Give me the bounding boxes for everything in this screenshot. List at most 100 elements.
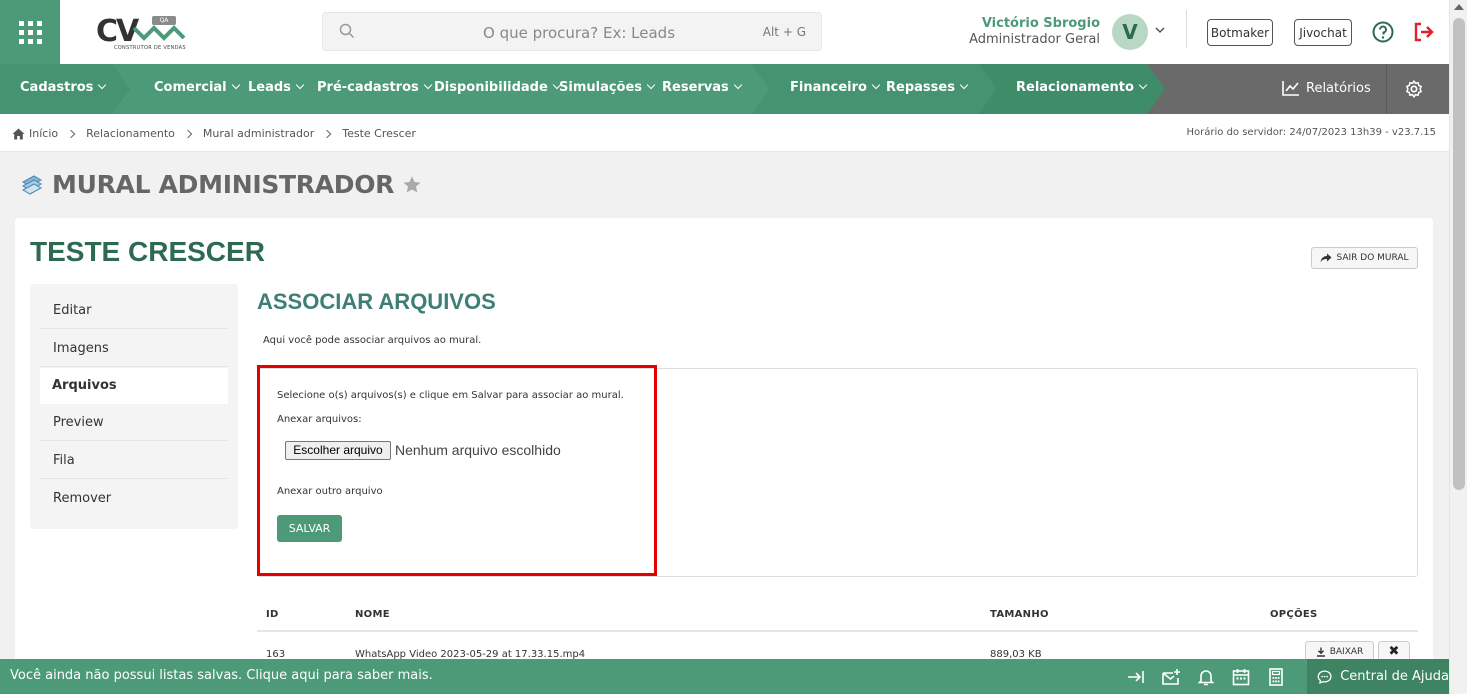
saved-lists-message[interactable]: Você ainda não possui listas salvas. Cli… — [10, 668, 433, 683]
mail-add-icon[interactable] — [1161, 667, 1181, 687]
apps-grid-icon — [18, 20, 42, 44]
nav-label: Disponibilidade — [434, 80, 548, 95]
calculator-icon[interactable] — [1266, 667, 1286, 687]
jivochat-button[interactable]: Jivochat — [1294, 19, 1352, 46]
column-header-size: TAMANHO — [990, 609, 1049, 620]
chevron-down-icon — [1138, 80, 1148, 90]
nav-label: Comercial — [154, 80, 227, 95]
exit-mural-button[interactable]: SAIR DO MURAL — [1311, 247, 1418, 269]
breadcrumb-current: Teste Crescer — [342, 127, 416, 140]
scroll-up-icon[interactable] — [1454, 4, 1464, 10]
user-name[interactable]: Victório Sbrogio — [982, 16, 1100, 31]
bottom-bar: Você ainda não possui listas salvas. Cli… — [0, 659, 1449, 694]
star-icon[interactable] — [402, 175, 422, 195]
search-icon — [339, 23, 355, 39]
nav-label: Relatórios — [1306, 80, 1371, 96]
side-item-preview[interactable]: Preview — [40, 405, 228, 441]
avatar[interactable]: V — [1112, 14, 1148, 50]
chevron-right-icon — [183, 129, 193, 138]
help-center-button[interactable]: Central de Ajuda — [1307, 659, 1449, 694]
breadcrumb-mural[interactable]: Mural administrador — [203, 127, 314, 140]
breadcrumb-home[interactable]: Início — [29, 127, 58, 140]
scroll-thumb[interactable] — [1453, 18, 1465, 490]
column-header-id: ID — [266, 609, 279, 620]
nav-item-relatorios[interactable]: Relatórios — [1282, 80, 1371, 96]
search-shortcut: Alt + G — [762, 25, 806, 39]
file-status: Nenhum arquivo escolhido — [395, 442, 561, 458]
nav-item-simulacoes[interactable]: Simulações — [559, 80, 656, 95]
mural-title: TESTE CRESCER — [30, 236, 265, 267]
nav-label: Repasses — [886, 80, 955, 95]
chart-icon — [1282, 81, 1299, 96]
page-title: MURAL ADMINISTRADOR — [52, 170, 395, 199]
chevron-down-icon — [423, 80, 432, 90]
chevron-down-icon — [98, 80, 107, 90]
nav-divider — [1386, 64, 1387, 114]
close-icon: ✖ — [1388, 644, 1400, 659]
chat-icon — [1317, 669, 1332, 684]
search-bar[interactable]: O que procura? Ex: Leads Alt + G — [322, 12, 822, 51]
nav-label: Financeiro — [790, 80, 867, 95]
server-time: Horário do servidor: 24/07/2023 13h39 - … — [1186, 127, 1436, 138]
mural-icon — [21, 174, 43, 195]
header-divider — [1186, 10, 1187, 48]
page-header: MURAL ADMINISTRADOR — [20, 170, 422, 199]
chevron-right-icon — [66, 129, 76, 138]
bell-icon[interactable] — [1196, 667, 1216, 687]
chevron-down-icon[interactable] — [1154, 24, 1166, 36]
section-description: Aqui você pode associar arquivos ao mura… — [263, 335, 482, 346]
brand-logo[interactable]: CV QA CONSTRUTOR DE VENDAS — [92, 10, 188, 54]
table-header-divider — [257, 630, 1418, 632]
breadcrumb: Início Relacionamento Mural administrado… — [0, 114, 1449, 152]
side-item-fila[interactable]: Fila — [40, 443, 228, 479]
botmaker-button[interactable]: Botmaker — [1207, 19, 1273, 46]
page-scrollbar[interactable] — [1449, 0, 1467, 694]
choose-file-button[interactable]: Escolher arquivo — [285, 441, 391, 460]
nav-item-financeiro[interactable]: Financeiro — [790, 80, 881, 95]
chevron-right-icon — [322, 129, 332, 138]
nav-label: Relacionamento — [1016, 80, 1134, 95]
save-button[interactable]: SALVAR — [277, 515, 342, 542]
download-label: BAIXAR — [1329, 647, 1364, 657]
column-header-name: NOME — [355, 609, 390, 620]
nav-label: Leads — [248, 80, 291, 95]
side-item-arquivos[interactable]: Arquivos — [40, 368, 228, 404]
gear-icon[interactable] — [1404, 79, 1424, 99]
side-item-editar[interactable]: Editar — [40, 293, 228, 329]
download-icon — [1316, 647, 1325, 657]
nav-label: Pré-cadastros — [317, 80, 419, 95]
chevron-down-icon — [646, 80, 656, 90]
apps-menu-button[interactable] — [0, 0, 60, 64]
nav-item-leads[interactable]: Leads — [248, 80, 305, 95]
chevron-down-icon — [295, 80, 305, 90]
search-placeholder: O que procura? Ex: Leads — [483, 24, 676, 42]
chevron-down-icon — [871, 80, 881, 90]
nav-item-reservas[interactable]: Reservas — [662, 80, 743, 95]
chevron-down-icon — [733, 80, 743, 90]
attach-another-link[interactable]: Anexar outro arquivo — [277, 486, 383, 497]
nav-label: Simulações — [559, 80, 643, 95]
nav-item-pre-cadastros[interactable]: Pré-cadastros — [317, 80, 432, 95]
chevron-down-icon — [231, 80, 240, 90]
mural-side-menu: Editar Imagens Arquivos Preview Fila Rem… — [30, 284, 238, 529]
logout-icon[interactable] — [1411, 20, 1435, 44]
nav-label: Reservas — [662, 80, 729, 95]
logo-badge: QA — [152, 16, 176, 25]
main-nav: Cadastros Comercial Leads Pré-cadastros … — [0, 64, 1449, 114]
side-item-imagens[interactable]: Imagens — [40, 331, 228, 367]
collapse-arrow-icon[interactable] — [1126, 667, 1146, 687]
nav-item-relacionamento[interactable]: Relacionamento — [1016, 80, 1148, 95]
attach-label: Anexar arquivos: — [277, 414, 362, 425]
calendar-icon[interactable] — [1231, 667, 1251, 687]
breadcrumb-relacionamento[interactable]: Relacionamento — [86, 127, 175, 140]
section-title: ASSOCIAR ARQUIVOS — [257, 289, 496, 314]
nav-item-disponibilidade[interactable]: Disponibilidade — [434, 80, 562, 95]
share-arrow-icon — [1320, 253, 1332, 263]
side-item-remover[interactable]: Remover — [40, 481, 228, 517]
home-icon[interactable] — [12, 128, 25, 140]
help-icon[interactable] — [1371, 20, 1395, 44]
nav-item-cadastros[interactable]: Cadastros — [20, 80, 107, 95]
nav-item-repasses[interactable]: Repasses — [886, 80, 969, 95]
top-header: CV QA CONSTRUTOR DE VENDAS O que procura… — [0, 0, 1449, 64]
nav-item-comercial[interactable]: Comercial — [154, 80, 240, 95]
